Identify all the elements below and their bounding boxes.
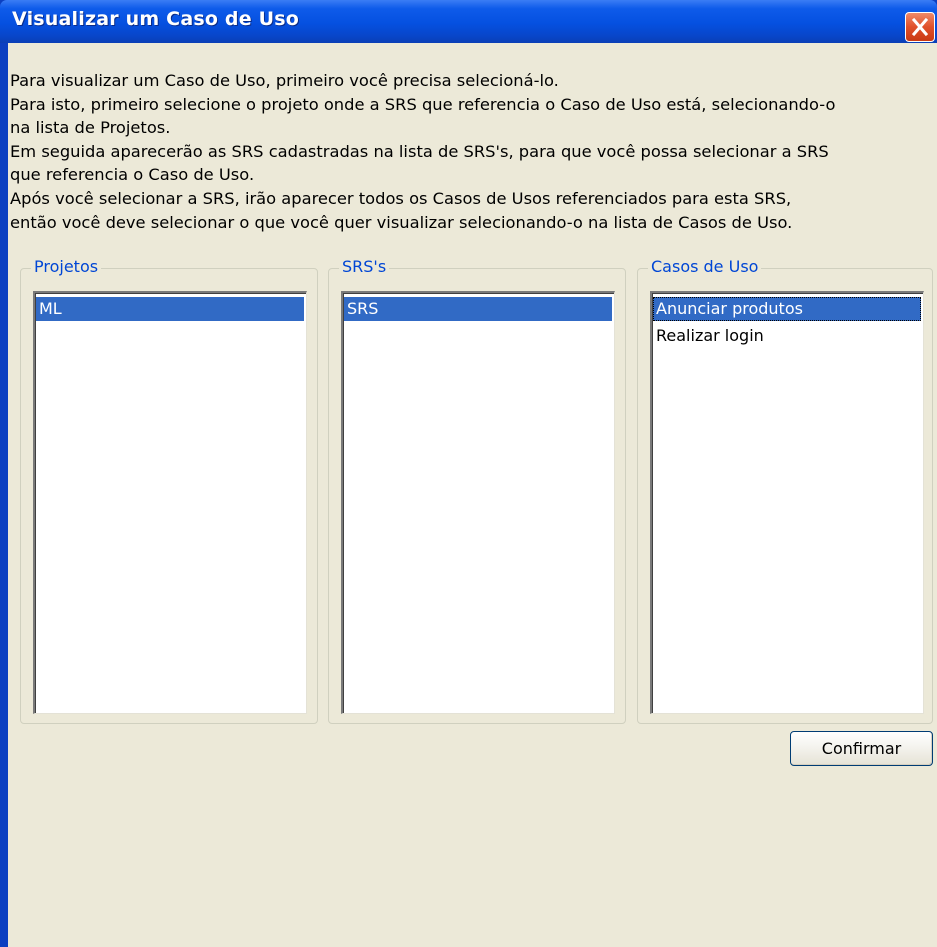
list-item-label: SRS — [347, 299, 379, 318]
dialog-window: Visualizar um Caso de Uso Para visualiza… — [0, 0, 937, 947]
list-item-srs[interactable]: SRS — [344, 297, 612, 321]
instruction-line: Para isto, primeiro selecione o projeto … — [10, 94, 836, 114]
srs-group: SRS's SRS — [328, 257, 626, 724]
instructions-text: Para visualizar um Caso de Uso, primeiro… — [10, 69, 935, 234]
list-item-anunciar-produtos[interactable]: Anunciar produtos — [653, 297, 921, 321]
list-item-label: Realizar login — [656, 326, 764, 345]
casos-de-uso-group: Casos de Uso Anunciar produtos Realizar … — [637, 257, 933, 724]
casos-de-uso-group-label: Casos de Uso — [648, 257, 762, 276]
confirmar-button[interactable]: Confirmar — [790, 731, 933, 766]
title-bar[interactable]: Visualizar um Caso de Uso — [0, 0, 937, 43]
instruction-line: Em seguida aparecerão as SRS cadastradas… — [10, 141, 829, 161]
srs-listbox[interactable]: SRS — [341, 291, 615, 714]
instruction-line: que referencia o Caso de Uso. — [10, 165, 255, 185]
projetos-group-label: Projetos — [31, 257, 102, 276]
close-button[interactable] — [905, 12, 935, 42]
projetos-listbox[interactable]: ML — [33, 291, 307, 714]
list-item-label: ML — [39, 299, 62, 318]
dialog-client-area: Para visualizar um Caso de Uso, primeiro… — [8, 43, 937, 947]
instruction-line: então você deve selecionar o que você qu… — [10, 212, 793, 232]
projetos-group: Projetos ML — [20, 257, 318, 724]
instruction-line: Após você selecionar a SRS, irão aparece… — [10, 188, 792, 208]
instruction-line: Para visualizar um Caso de Uso, primeiro… — [10, 71, 559, 90]
srs-group-label: SRS's — [339, 257, 390, 276]
list-item-realizar-login[interactable]: Realizar login — [653, 324, 921, 348]
instruction-line: na lista de Projetos. — [10, 118, 171, 138]
close-x-icon — [911, 17, 929, 37]
list-item-ml[interactable]: ML — [36, 297, 304, 321]
list-item-label: Anunciar produtos — [656, 299, 803, 318]
window-title: Visualizar um Caso de Uso — [12, 8, 300, 30]
casos-de-uso-listbox[interactable]: Anunciar produtos Realizar login — [650, 291, 924, 714]
